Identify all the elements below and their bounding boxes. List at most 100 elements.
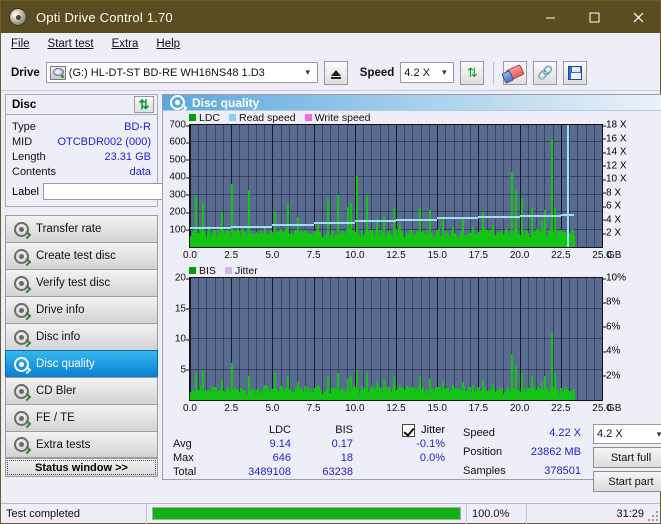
stats-cell-ldc: 3489108 bbox=[219, 466, 291, 478]
disc-row-key: Contents bbox=[12, 166, 56, 178]
sidebar-item-verify-test-disc[interactable]: Verify test disc bbox=[5, 269, 158, 296]
x-axis-tick: 0.0 bbox=[183, 403, 197, 414]
y-axis-left: 100 200 300 400 500 600 700 bbox=[163, 124, 189, 248]
eject-button[interactable] bbox=[324, 61, 348, 85]
drive-select[interactable]: (G:) HL-DT-ST BD-RE WH16NS48 1.D3 ▾ bbox=[46, 62, 318, 83]
x-axis-unit: GB bbox=[607, 250, 621, 261]
plug-button[interactable]: 🔗 bbox=[533, 61, 557, 85]
x-axis-tick: 15.0 bbox=[427, 250, 446, 261]
sidebar-item-create-test-disc[interactable]: Create test disc bbox=[5, 242, 158, 269]
grid-line bbox=[487, 278, 488, 400]
legend-swatch bbox=[189, 114, 196, 121]
stats-cell-ldc: 646 bbox=[219, 452, 291, 464]
disc-label-key: Label bbox=[12, 186, 39, 198]
maximize-icon[interactable] bbox=[572, 1, 616, 33]
speed-line bbox=[520, 215, 561, 217]
x-axis-tick: 2.5 bbox=[224, 250, 238, 261]
sidebar-item-transfer-rate[interactable]: Transfer rate bbox=[5, 215, 158, 242]
refresh-button[interactable]: ⇅ bbox=[460, 61, 484, 85]
grid-line bbox=[314, 278, 315, 400]
grid-line bbox=[454, 278, 455, 400]
disc-row-key: MID bbox=[12, 136, 32, 148]
test-speed-select[interactable]: 4.2 X ▾ bbox=[593, 424, 661, 444]
sidebar-item-drive-info[interactable]: Drive info bbox=[5, 296, 158, 323]
x-axis-tick: 22.5 bbox=[551, 250, 570, 261]
x-axis-tick: 12.5 bbox=[386, 250, 405, 261]
grid-line bbox=[190, 369, 602, 370]
x-axis-tick: 7.5 bbox=[307, 250, 321, 261]
sidebar-item-fe-te[interactable]: FE / TE bbox=[5, 404, 158, 431]
plot-area[interactable] bbox=[189, 277, 603, 401]
x-axis: 0.0 2.5 5.0 7.5 10.0 12.5 15.0 17.5 20.0 22.5 25.0… bbox=[189, 248, 661, 264]
menu-item-start-test[interactable]: Start test bbox=[48, 38, 94, 50]
grid-line bbox=[495, 278, 496, 400]
chevron-down-icon: ▾ bbox=[301, 67, 315, 78]
grid-line bbox=[190, 124, 602, 125]
sidebar-item-cd-bler[interactable]: CD Bler bbox=[5, 377, 158, 404]
jitter-toggle[interactable]: Jitter bbox=[353, 424, 445, 437]
status-window-button[interactable]: Status window >> bbox=[5, 458, 158, 477]
start-part-button[interactable]: Start part bbox=[593, 471, 661, 492]
resize-grip[interactable] bbox=[646, 509, 658, 521]
progress-percent: 100.0% bbox=[467, 504, 527, 524]
bis-chart: BIS Jitter 5 10 15 20 2% 4% 6% 8% 10% 0.0 2.5 5.0 7… bbox=[163, 264, 661, 417]
stats-row-label: Avg bbox=[173, 438, 219, 450]
x-axis-tick: 5.0 bbox=[265, 250, 279, 261]
y2-axis-tick: 16 X bbox=[606, 133, 627, 144]
disc-icon bbox=[14, 303, 29, 318]
stats-header-row: LDC BIS Jitter bbox=[173, 423, 445, 437]
legend-swatch bbox=[305, 114, 312, 121]
legend-item: Read speed bbox=[229, 112, 296, 124]
disc-row-key: Length bbox=[12, 151, 46, 163]
grid-line bbox=[478, 278, 479, 400]
grid-line bbox=[206, 278, 207, 400]
grid-line bbox=[561, 278, 562, 400]
grid-line bbox=[264, 278, 265, 400]
save-button[interactable] bbox=[563, 61, 587, 85]
run-info-speed: Speed 4.22 X bbox=[463, 423, 581, 442]
stats-table: LDC BIS Jitter Avg 9.14 0.17 -0.1% Max 6… bbox=[173, 423, 445, 492]
test-speed-value: 4.2 X bbox=[597, 428, 623, 440]
grid-line bbox=[330, 278, 331, 400]
disc-icon bbox=[14, 222, 29, 237]
speed-line bbox=[396, 219, 437, 221]
menu-item-file[interactable]: File bbox=[11, 38, 30, 50]
y-axis-right: 2 X4 X 6 X8 X 10 X 12 X 14 X 16 X 18 X bbox=[603, 124, 637, 248]
menu-item-help[interactable]: Help bbox=[156, 38, 180, 50]
sidebar-item-disc-info[interactable]: Disc info bbox=[5, 323, 158, 350]
y-axis-tick: 100 bbox=[169, 224, 186, 235]
grid-line bbox=[322, 278, 323, 400]
disc-refresh-button[interactable]: ⇅ bbox=[134, 96, 154, 113]
menu-item-extra[interactable]: Extra bbox=[112, 38, 139, 50]
y-axis-tick: 15 bbox=[175, 303, 186, 314]
y2-axis-tick: 18 X bbox=[606, 120, 627, 131]
sidebar-item-label: Create test disc bbox=[36, 250, 116, 262]
grid-line bbox=[190, 277, 602, 278]
disc-row-value: OTCBDR002 (000) bbox=[57, 136, 151, 148]
legend-swatch bbox=[229, 114, 236, 121]
y2-axis-tick: 14 X bbox=[606, 147, 627, 158]
x-axis-unit: GB bbox=[607, 403, 621, 414]
sidebar-item-disc-quality[interactable]: Disc quality bbox=[5, 350, 158, 377]
chart-legend: BIS Jitter bbox=[163, 264, 661, 277]
stats-cell-bis: 18 bbox=[291, 452, 353, 464]
minimize-icon[interactable] bbox=[528, 1, 572, 33]
speed-select[interactable]: 4.2 X ▾ bbox=[400, 62, 454, 83]
disc-icon bbox=[14, 411, 29, 426]
disc-icon bbox=[14, 357, 29, 372]
y-axis-tick: 700 bbox=[169, 120, 186, 131]
disc-panel: Disc ⇅ Type BD-R MID OTCBDR002 (000) Len… bbox=[5, 94, 158, 207]
sidebar-item-extra-tests[interactable]: Extra tests bbox=[5, 431, 158, 458]
x-axis-tick: 10.0 bbox=[345, 250, 364, 261]
erase-button[interactable] bbox=[503, 61, 527, 85]
grid-line bbox=[190, 338, 602, 339]
y-axis-right: 2% 4% 6% 8% 10% bbox=[603, 277, 637, 401]
close-icon[interactable] bbox=[616, 1, 660, 33]
plot-area[interactable] bbox=[189, 124, 603, 248]
stats-cell-bis: 63238 bbox=[291, 466, 353, 478]
speed-value: 4.22 X bbox=[515, 427, 581, 439]
data-bar bbox=[573, 236, 575, 247]
drive-icon bbox=[50, 66, 66, 80]
start-full-button[interactable]: Start full bbox=[593, 447, 661, 468]
jitter-checkbox[interactable] bbox=[402, 424, 415, 437]
